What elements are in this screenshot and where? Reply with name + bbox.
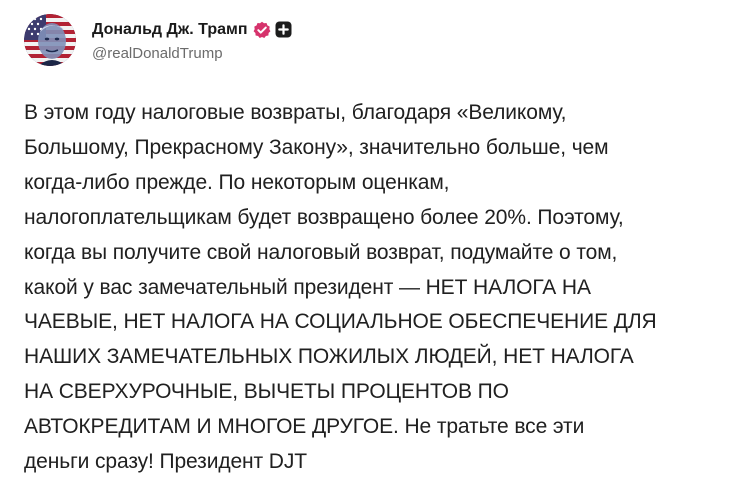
- post-text-line: АВТОКРЕДИТАМ И МНОГОЕ ДРУГОЕ. Не тратьте…: [24, 415, 585, 439]
- post-text-line: когда вы получите свой налоговый возврат…: [24, 240, 618, 264]
- post-text-line: НАШИХ ЗАМЕЧАТЕЛЬНЫХ ПОЖИЛЫХ ЛЮДЕЙ, НЕТ Н…: [24, 345, 634, 369]
- post-text-line: когда-либо прежде. По некоторым оценкам,: [24, 170, 450, 194]
- author-handle[interactable]: @realDonaldTrump: [92, 45, 292, 62]
- post-text-line: В этом году налоговые возвраты, благодар…: [24, 101, 567, 124]
- post-text-line: НА СВЕРХУРОЧНЫЕ, ВЫЧЕТЫ ПРОЦЕНТОВ ПО: [24, 380, 509, 404]
- post-text-line: налогоплательщикам будет возвращено боле…: [24, 205, 624, 229]
- post-text-line: деньги сразу! Президент DJT: [24, 450, 308, 474]
- author-identity: Дональд Дж. Трамп @realDonaldTrump: [92, 19, 292, 62]
- name-row: Дональд Дж. Трамп: [92, 19, 292, 41]
- post-text: В этом году налоговые возвраты, благодар…: [24, 96, 724, 480]
- post-text-line: какой у вас замечательный президент — НЕ…: [24, 275, 591, 299]
- verified-badge-icon: [253, 21, 271, 39]
- post-card: Дональд Дж. Трамп @realDonaldTrump В это…: [0, 0, 746, 487]
- avatar-image: [24, 14, 76, 66]
- avatar[interactable]: [24, 14, 76, 66]
- add-icon[interactable]: [275, 21, 292, 38]
- post-text-line: ЧАЕВЫЕ, НЕТ НАЛОГА НА СОЦИАЛЬНОЕ ОБЕСПЕЧ…: [24, 310, 657, 334]
- post-header: Дональд Дж. Трамп @realDonaldTrump: [24, 12, 292, 68]
- post-text-line: Большому, Прекрасному Закону», значитель…: [24, 135, 609, 159]
- author-display-name[interactable]: Дональд Дж. Трамп: [92, 21, 248, 39]
